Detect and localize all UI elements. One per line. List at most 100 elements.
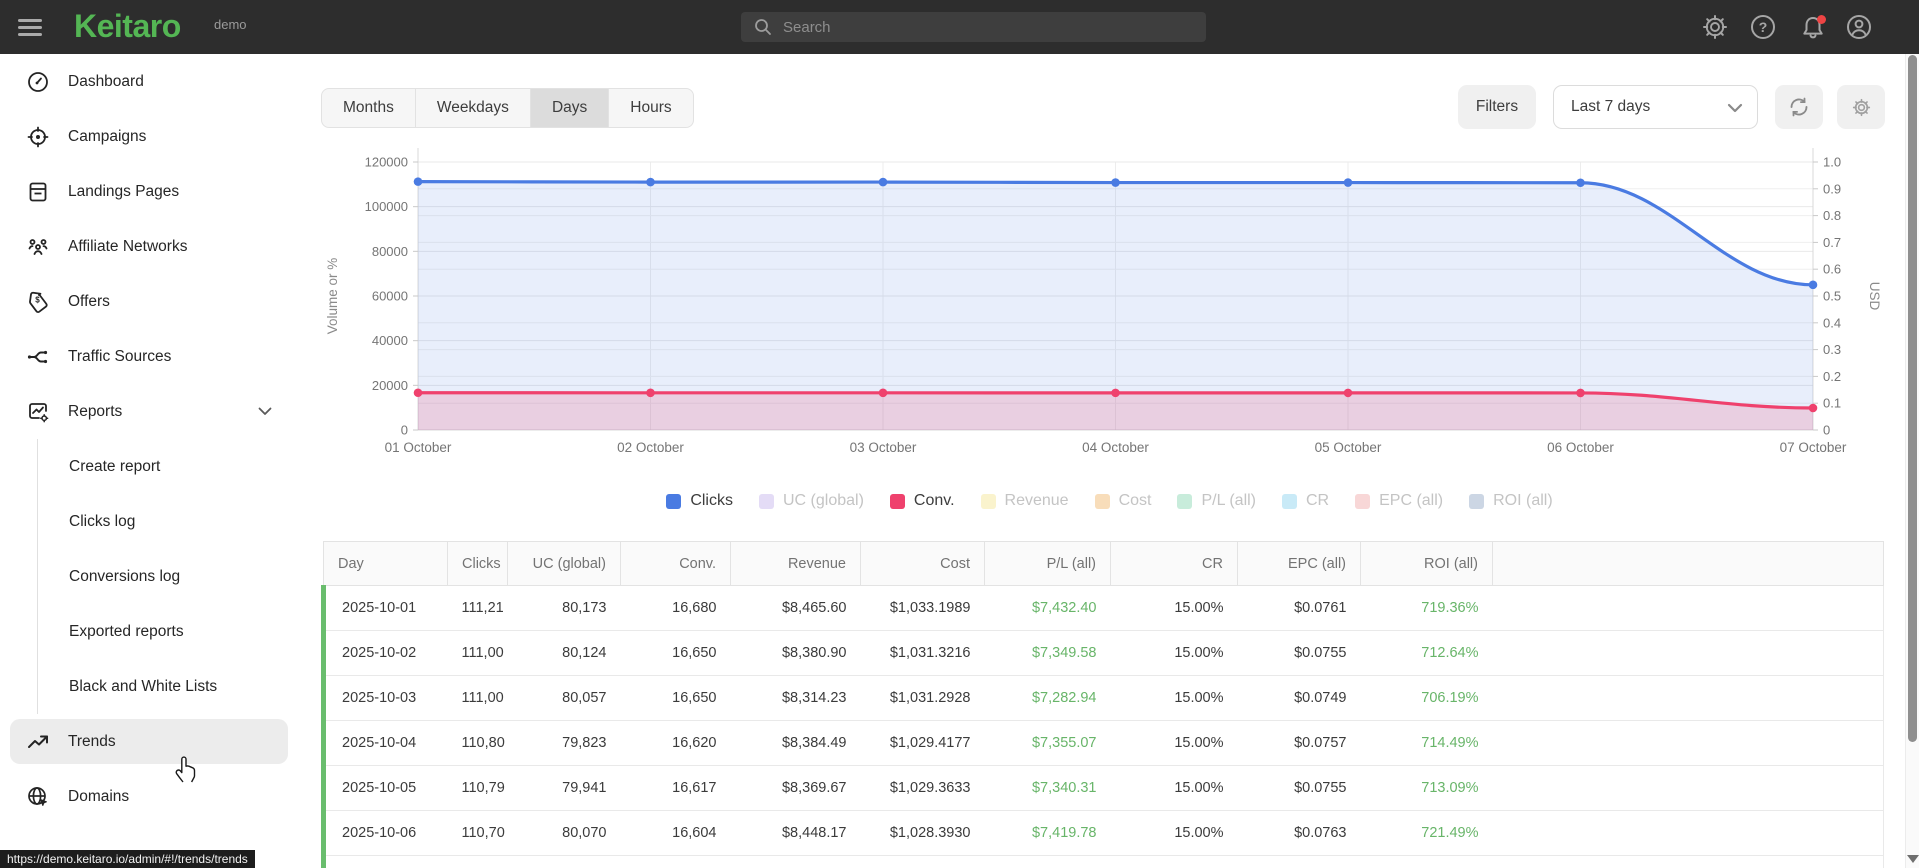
sidebar-item-reports[interactable]: Reports: [0, 384, 300, 439]
legend-swatch: [758, 493, 774, 509]
refresh-button[interactable]: [1775, 85, 1823, 129]
table-row[interactable]: 2025-10-05 110,79 79,941 16,617 $8,369.67 $1,…: [321, 765, 1884, 811]
cell-uc-global-: 79,941: [507, 765, 621, 811]
settings-gear-icon[interactable]: [1701, 13, 1729, 41]
user-account-icon[interactable]: [1845, 13, 1873, 41]
scrollbar-down-arrow[interactable]: [1907, 855, 1919, 863]
cell-filler: [1492, 810, 1884, 856]
demo-badge: demo: [214, 17, 247, 32]
table-row[interactable]: 2025-10-01 111,21 80,173 16,680 $8,465.60 $1,…: [321, 585, 1884, 631]
column-header-p-l-all-[interactable]: P/L (all): [984, 541, 1111, 586]
sidebar-subitem-label: Create report: [69, 457, 161, 475]
sidebar-item-offers[interactable]: $ Offers: [0, 274, 300, 329]
scrollbar-thumb[interactable]: [1908, 55, 1917, 742]
sidebar-item-label: Reports: [68, 402, 123, 420]
sidebar-subitem-label: Black and White Lists: [69, 677, 218, 695]
column-header-day[interactable]: Day: [323, 541, 448, 586]
sidebar-subitem-label: Conversions log: [69, 567, 181, 585]
legend-item-uc-global-[interactable]: UC (global): [758, 492, 864, 510]
sidebar-subitem-exported-reports[interactable]: Exported reports: [38, 604, 300, 659]
sidebar-item-traffic-sources[interactable]: Traffic Sources: [0, 329, 300, 384]
cell-uc-global-: 80,070: [507, 810, 621, 856]
cell-roi-all-: 529.5%: [1360, 855, 1493, 868]
sidebar-item-label: Campaigns: [68, 127, 147, 145]
legend-label: Clicks: [690, 492, 733, 509]
svg-text:0.7: 0.7: [1823, 235, 1841, 250]
sidebar-subitem-black-and-white-lists[interactable]: Black and White Lists: [38, 659, 300, 714]
filters-button[interactable]: Filters: [1458, 85, 1536, 129]
cell-cost: $717.3090: [860, 855, 985, 868]
sidebar-item-trends[interactable]: Trends: [0, 714, 300, 769]
tab-hours[interactable]: Hours: [609, 89, 692, 127]
notifications-bell-icon[interactable]: [1798, 13, 1826, 41]
legend-item-roi-all-[interactable]: ROI (all): [1469, 492, 1553, 510]
cell-revenue: $8,369.67: [730, 765, 861, 811]
help-icon[interactable]: ?: [1749, 13, 1777, 41]
svg-text:0.8: 0.8: [1823, 208, 1841, 223]
legend-item-revenue[interactable]: Revenue: [980, 492, 1069, 510]
hamburger-menu-icon[interactable]: [18, 15, 42, 39]
cell-cr: 15.00%: [1110, 585, 1238, 631]
tab-months[interactable]: Months: [322, 89, 416, 127]
tab-weekdays[interactable]: Weekdays: [416, 89, 531, 127]
legend-item-cr[interactable]: CR: [1282, 492, 1329, 510]
table-row[interactable]: 2025-10-04 110,80 79,823 16,620 $8,384.49 $1,…: [321, 720, 1884, 766]
column-header-roi-all-[interactable]: ROI (all): [1360, 541, 1493, 586]
sidebar-subitem-conversions-log[interactable]: Conversions log: [38, 549, 300, 604]
svg-text:07 October: 07 October: [1780, 440, 1847, 455]
cell-conv-: 16,604: [620, 810, 731, 856]
legend-item-p-l-all-[interactable]: P/L (all): [1177, 492, 1256, 510]
legend-swatch: [1355, 493, 1371, 509]
vertical-scrollbar[interactable]: [1905, 54, 1919, 868]
column-header-epc-all-[interactable]: EPC (all): [1237, 541, 1361, 586]
svg-text:0: 0: [401, 423, 408, 438]
column-header-revenue[interactable]: Revenue: [730, 541, 861, 586]
cell-conv-: 16,620: [620, 720, 731, 766]
cell-epc-all-: $0.0741: [1237, 855, 1361, 868]
column-header-uc-global-[interactable]: UC (global): [507, 541, 621, 586]
tab-days[interactable]: Days: [530, 89, 610, 127]
cell-revenue: $8,314.23: [730, 675, 861, 721]
column-header-conv-[interactable]: Conv.: [620, 541, 731, 586]
table-row[interactable]: 2025-10-02 111,00 80,124 16,650 $8,380.90 $1,…: [321, 630, 1884, 676]
cell-day: 2025-10-03: [321, 675, 448, 721]
svg-text:03 October: 03 October: [850, 440, 917, 455]
sidebar-subitem-clicks-log[interactable]: Clicks log: [38, 494, 300, 549]
svg-text:0.3: 0.3: [1823, 342, 1841, 357]
search-box[interactable]: [741, 12, 1206, 42]
sidebar-item-campaigns[interactable]: Campaigns: [0, 109, 300, 164]
sidebar-subitem-create-report[interactable]: Create report: [38, 439, 300, 494]
table-row[interactable]: 2025-10-06 110,70 80,070 16,604 $8,448.17 $1,…: [321, 810, 1884, 856]
svg-text:0.9: 0.9: [1823, 181, 1841, 196]
legend-item-epc-all-[interactable]: EPC (all): [1355, 492, 1443, 510]
legend-item-cost[interactable]: Cost: [1094, 492, 1151, 510]
cell-epc-all-: $0.0749: [1237, 675, 1361, 721]
legend-item-conv-[interactable]: Conv.: [889, 492, 955, 510]
cell-revenue: $1,092.34: [730, 855, 861, 868]
trends-line-chart[interactable]: 0 20000 40000 60000 80000 100000 120000 0 0.1 0.2…: [318, 128, 1908, 464]
legend-swatch: [980, 493, 996, 509]
sidebar-item-dashboard[interactable]: Dashboard: [0, 54, 300, 109]
date-range-select[interactable]: Last 7 days: [1553, 85, 1758, 129]
column-header-cr[interactable]: CR: [1110, 541, 1238, 586]
sidebar-item-landings-pages[interactable]: Landings Pages: [0, 164, 300, 219]
chart-settings-button[interactable]: [1837, 85, 1885, 129]
column-header-clicks[interactable]: Clicks: [447, 541, 508, 586]
table-row[interactable]: 2025-10-03 111,00 80,057 16,650 $8,314.23 $1,…: [321, 675, 1884, 721]
notification-dot: [1817, 15, 1826, 24]
cell-p-l-all-: $7,432.40: [984, 585, 1111, 631]
table-row[interactable]: 2025-10-0714,4811,4772,148$1,092.34$717.…: [321, 855, 1884, 868]
cell-revenue: $8,448.17: [730, 810, 861, 856]
legend-label: Revenue: [1004, 492, 1069, 509]
cell-filler: [1492, 630, 1884, 676]
sidebar-item-domains[interactable]: Domains: [0, 769, 300, 824]
cell-cr: 15.00%: [1110, 765, 1238, 811]
legend-item-clicks[interactable]: Clicks: [666, 492, 733, 510]
svg-text:06 October: 06 October: [1547, 440, 1614, 455]
sidebar-item-affiliate-networks[interactable]: Affiliate Networks: [0, 219, 300, 274]
cell-uc-global-: 80,173: [507, 585, 621, 631]
search-input[interactable]: [741, 12, 1206, 42]
column-header-cost[interactable]: Cost: [860, 541, 985, 586]
legend-swatch: [1282, 493, 1297, 509]
svg-text:20000: 20000: [372, 378, 408, 393]
